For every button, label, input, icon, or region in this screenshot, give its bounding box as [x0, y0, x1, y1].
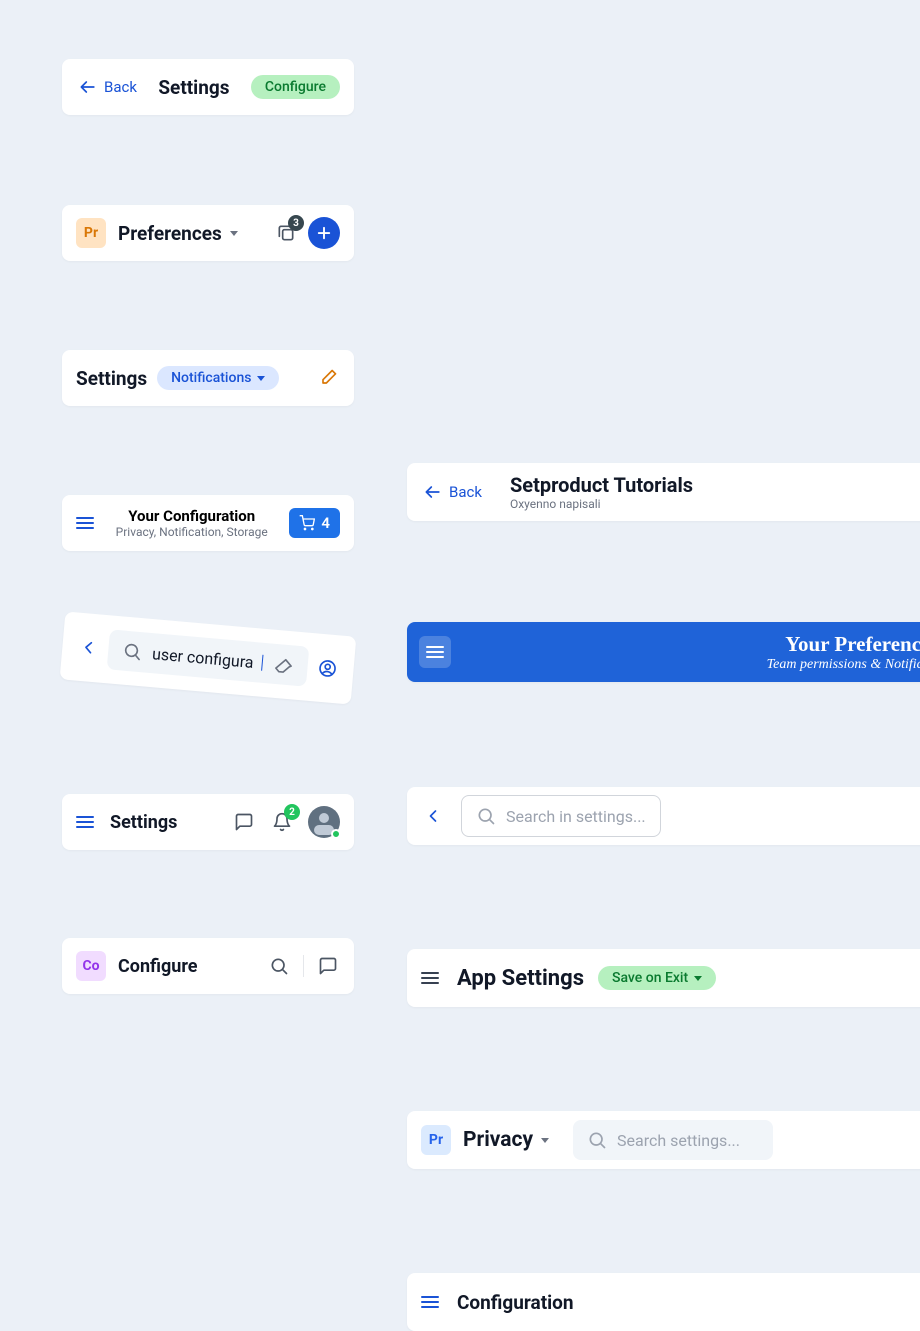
pencil-icon[interactable] — [316, 366, 340, 390]
search-placeholder: Search settings... — [617, 1131, 740, 1150]
back-link[interactable]: Back — [449, 483, 482, 501]
chat-icon[interactable] — [232, 810, 256, 834]
header-settings-notifications: Settings Notifications — [62, 350, 354, 406]
notifications-chip[interactable]: Notifications — [157, 366, 279, 390]
page-title: Setproduct Tutorials — [510, 473, 693, 497]
avatar[interactable] — [308, 806, 340, 838]
page-title: Settings — [110, 812, 177, 833]
chevron-down-icon — [257, 376, 265, 381]
header-search-tilted: user configura — [60, 611, 357, 704]
page-subtitle: Privacy, Notification, Storage — [100, 525, 283, 539]
user-circle-icon[interactable] — [315, 655, 341, 681]
search-icon — [585, 1128, 609, 1152]
arrow-left-icon[interactable] — [76, 75, 100, 99]
page-title: Preferences — [118, 222, 222, 245]
copy-count-badge: 3 — [288, 215, 304, 231]
bell-count-badge: 2 — [284, 804, 300, 820]
save-on-exit-chip[interactable]: Save on Exit — [598, 966, 716, 990]
header-back-settings: Back Settings Configure — [62, 59, 354, 115]
divider — [303, 955, 304, 977]
header-configure: Co Configure — [62, 938, 354, 994]
cart-button[interactable]: 4 — [289, 508, 340, 538]
search-placeholder: Search in settings... — [506, 807, 646, 826]
search-icon — [119, 638, 145, 664]
bell-icon[interactable]: 2 — [270, 810, 294, 834]
header-app-settings: App Settings Save on Exit New — [407, 949, 920, 1007]
page-title: Privacy — [463, 1128, 533, 1152]
chat-icon[interactable] — [316, 954, 340, 978]
hamburger-icon[interactable] — [76, 517, 94, 529]
chevron-left-icon[interactable] — [75, 635, 101, 661]
chevron-down-icon — [694, 976, 702, 981]
page-title: Your Configuration — [100, 507, 283, 525]
header-settings-avatar: Settings 2 — [62, 794, 354, 850]
search-icon — [474, 804, 498, 828]
header-search-row: Search in settings... — [407, 787, 920, 845]
hamburger-icon[interactable] — [421, 972, 439, 984]
banner-subtitle: Team permissions & Notifications — [463, 657, 920, 673]
dropdown-caret[interactable] — [230, 231, 238, 236]
co-badge: Co — [76, 951, 106, 981]
header-privacy: Pr Privacy Search settings... — [407, 1111, 920, 1169]
banner-your-preferences: Your Preferences Team permissions & Noti… — [407, 622, 920, 682]
chip-label: Save on Exit — [612, 970, 688, 986]
banner-title: Your Preferences — [463, 632, 920, 657]
pr-badge: Pr — [421, 1125, 451, 1155]
eraser-icon[interactable] — [271, 652, 297, 678]
add-button[interactable] — [308, 217, 340, 249]
page-title: Settings — [76, 367, 147, 390]
hamburger-icon[interactable] — [76, 816, 94, 828]
hamburger-icon[interactable] — [426, 646, 444, 658]
hamburger-icon[interactable] — [421, 1296, 439, 1308]
header-preferences: Pr Preferences 3 — [62, 205, 354, 261]
page-subtitle: Oxyenno napisali — [510, 497, 693, 511]
chevron-left-icon[interactable] — [421, 804, 445, 828]
chip-label: Notifications — [171, 370, 251, 386]
back-link[interactable]: Back — [104, 78, 137, 96]
copy-icon[interactable]: 3 — [274, 221, 298, 245]
page-title: Configuration — [457, 1291, 574, 1314]
dropdown-caret[interactable] — [541, 1138, 549, 1143]
search-icon[interactable] — [267, 954, 291, 978]
page-title: App Settings — [457, 966, 584, 991]
configure-chip[interactable]: Configure — [251, 75, 340, 99]
page-title: Configure — [118, 956, 198, 977]
search-input[interactable]: Search in settings... — [461, 795, 661, 837]
header-your-configuration: Your Configuration Privacy, Notification… — [62, 495, 354, 551]
search-input[interactable]: Search settings... — [573, 1120, 773, 1160]
search-input[interactable]: user configura — [107, 629, 310, 686]
cart-count: 4 — [321, 514, 330, 532]
page-title: Settings — [158, 76, 229, 99]
search-value: user configura — [151, 644, 254, 672]
header-setproduct: Back Setproduct Tutorials Oxyenno napisa… — [407, 463, 920, 521]
pr-badge: Pr — [76, 218, 106, 248]
arrow-left-icon[interactable] — [421, 480, 445, 504]
header-configuration: Configuration Sha — [407, 1273, 920, 1331]
